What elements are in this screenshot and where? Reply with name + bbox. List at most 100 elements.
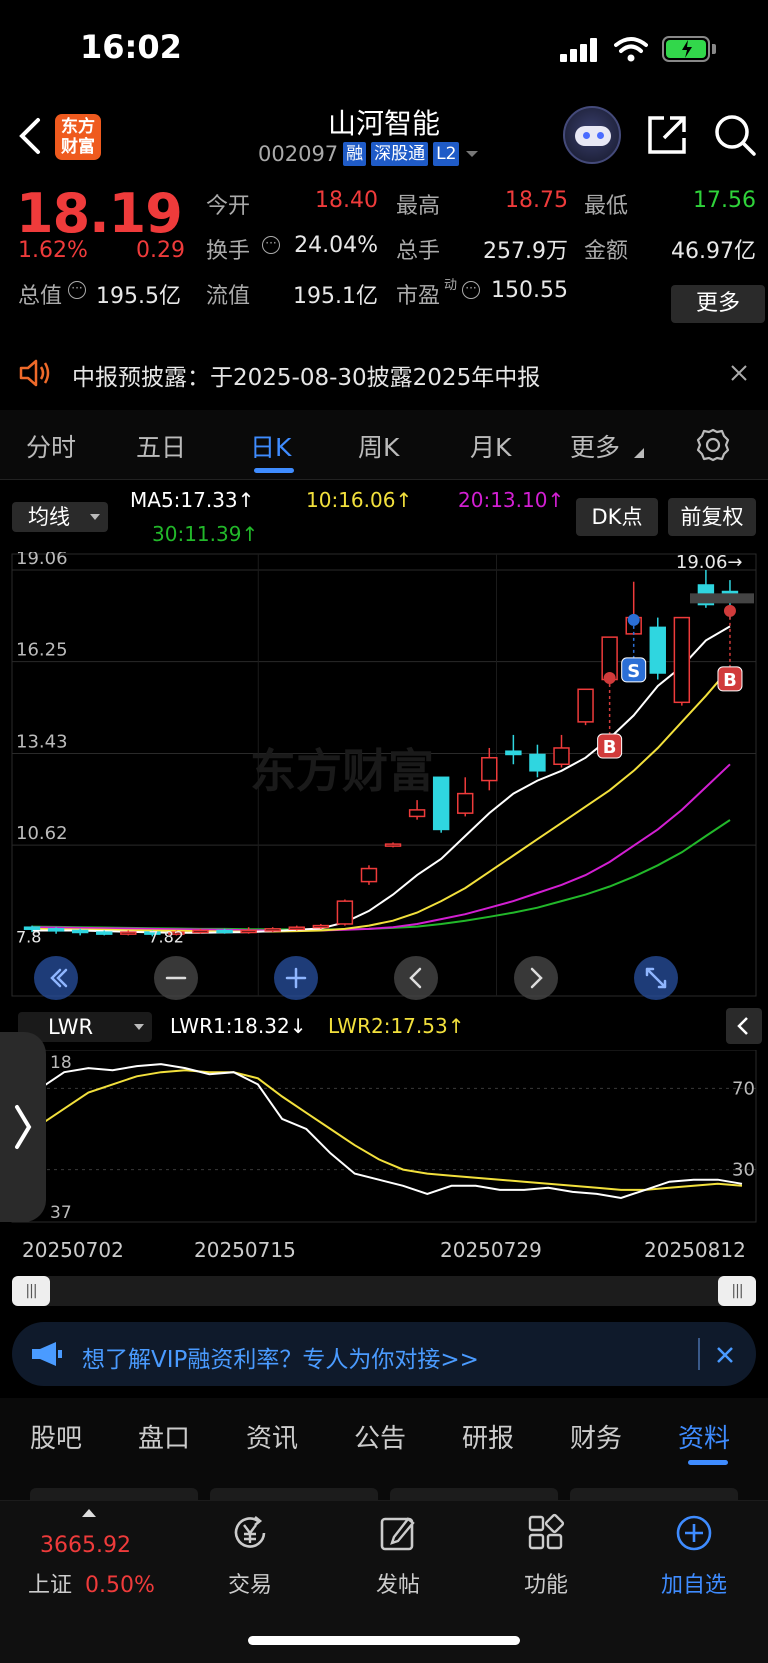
info-circle-icon[interactable]: ··· bbox=[462, 281, 480, 299]
candle-body bbox=[288, 926, 305, 930]
tab-announcements[interactable]: 公告 bbox=[354, 1418, 406, 1455]
more-button[interactable]: 更多 bbox=[671, 285, 765, 323]
ma10-value: 10:16.06↑ bbox=[306, 488, 413, 512]
candle-body bbox=[47, 928, 65, 932]
rewind-icon[interactable] bbox=[34, 956, 78, 1000]
robot-assistant-icon[interactable] bbox=[563, 106, 621, 164]
stock-code-line[interactable]: 002097 融 深股通 L2 bbox=[258, 142, 480, 166]
turnover-label: 换手 bbox=[206, 239, 251, 264]
period-tabs: 分时 五日 日K 周K 月K 更多 bbox=[0, 410, 768, 480]
dock-post[interactable]: 发帖 bbox=[338, 1513, 458, 1599]
y-tick-label: 16.25 bbox=[16, 640, 68, 661]
high-label: 最高 bbox=[396, 194, 441, 219]
candle-body bbox=[673, 616, 691, 704]
change-pct: 1.62% bbox=[18, 238, 88, 263]
tab-research[interactable]: 研报 bbox=[462, 1418, 514, 1455]
battery-icon bbox=[662, 36, 710, 62]
candle-body bbox=[529, 753, 546, 772]
lwr-chart[interactable]: 18 37 70 30 bbox=[0, 1050, 768, 1230]
stock-code: 002097 bbox=[258, 142, 339, 166]
low-label: 最低 bbox=[584, 194, 629, 219]
dock-add-watchlist[interactable]: 加自选 bbox=[634, 1513, 754, 1599]
range-handle-right[interactable]: ||| bbox=[718, 1276, 756, 1306]
collapse-panel-button[interactable] bbox=[726, 1008, 762, 1044]
high-value: 18.75 bbox=[505, 188, 568, 213]
tab-finance[interactable]: 财务 bbox=[570, 1418, 622, 1455]
info-circle-icon[interactable]: ··· bbox=[68, 281, 86, 299]
current-price-line bbox=[690, 593, 754, 604]
left-low-label: 7.8 bbox=[16, 927, 41, 946]
candle-body bbox=[360, 867, 378, 883]
candle-body bbox=[240, 929, 257, 934]
lwr-legend-row: LWR LWR1:18.32↓ LWR2:17.53↑ bbox=[0, 1004, 768, 1050]
pe-superscript: 动 bbox=[444, 278, 458, 293]
candle-body bbox=[192, 929, 209, 934]
change-amount: 0.29 bbox=[136, 238, 185, 263]
scroll-left-icon[interactable] bbox=[394, 956, 438, 1000]
active-tab-underline bbox=[254, 468, 294, 473]
last-price: 18.19 bbox=[16, 182, 183, 245]
tab-daily-k[interactable]: 日K bbox=[250, 428, 291, 464]
float-label: 流值 bbox=[206, 284, 251, 309]
pe-label: 市盈 bbox=[396, 284, 441, 309]
zoom-in-icon[interactable] bbox=[274, 956, 318, 1000]
tag-l2: L2 bbox=[433, 142, 460, 166]
info-circle-icon[interactable]: ··· bbox=[262, 236, 280, 254]
high-marker: 19.06→ bbox=[676, 552, 743, 573]
lwr2-value: LWR2:17.53↑ bbox=[328, 1014, 465, 1038]
watermark: 东方财富 bbox=[250, 744, 434, 798]
date-label: 20250702 bbox=[22, 1238, 124, 1262]
tag-connect: 深股通 bbox=[371, 142, 429, 166]
index-name: 上证 bbox=[28, 1573, 73, 1598]
adjust-button[interactable]: 前复权 bbox=[668, 498, 756, 536]
notice-text: 中报预披露：于2025-08-30披露2025年中报 bbox=[72, 365, 541, 391]
tab-weekly-k[interactable]: 周K bbox=[358, 428, 399, 464]
notice-bar[interactable]: 中报预披露：于2025-08-30披露2025年中报 bbox=[0, 340, 768, 404]
tab-more[interactable]: 更多 bbox=[570, 428, 620, 464]
trade-yen-icon bbox=[234, 1515, 266, 1548]
tab-profile[interactable]: 资料 bbox=[678, 1418, 730, 1455]
tab-monthly-k[interactable]: 月K bbox=[470, 428, 511, 464]
candle-body bbox=[216, 929, 233, 934]
gear-icon[interactable] bbox=[696, 428, 730, 462]
search-icon[interactable] bbox=[712, 112, 758, 158]
zoom-out-icon[interactable] bbox=[154, 956, 198, 1000]
dock-trade[interactable]: 交易 bbox=[190, 1513, 310, 1599]
share-icon[interactable] bbox=[646, 114, 688, 156]
vip-banner[interactable]: 想了解VIP融资利率？专人为你对接>> bbox=[12, 1322, 756, 1386]
candle-body bbox=[71, 929, 89, 934]
dk-point-button[interactable]: DK点 bbox=[576, 498, 658, 536]
scroll-right-icon[interactable] bbox=[514, 956, 558, 1000]
kline-chart[interactable]: 东方财富 19.06 16.25 13.43 10.62 19.06→ 7.82 7.8 B… bbox=[0, 552, 768, 1002]
dock-functions[interactable]: 功能 bbox=[486, 1513, 606, 1599]
range-handle-left[interactable]: ||| bbox=[12, 1276, 50, 1306]
range-scrollbar[interactable]: ||| ||| bbox=[12, 1276, 756, 1306]
corner-triangle-icon bbox=[634, 448, 644, 458]
candle-body bbox=[577, 688, 594, 723]
low-value: 17.56 bbox=[693, 188, 756, 213]
ma30-value: 30:11.39↑ bbox=[152, 522, 259, 546]
wifi-icon bbox=[614, 37, 648, 62]
chevron-left-icon bbox=[737, 1017, 748, 1035]
tab-five-day[interactable]: 五日 bbox=[136, 428, 186, 464]
ma5-value: MA5:17.33↑ bbox=[130, 488, 255, 512]
tab-intraday[interactable]: 分时 bbox=[26, 428, 76, 464]
candle-body bbox=[553, 747, 570, 766]
caret-up-icon bbox=[82, 1509, 96, 1517]
turnover-value: 24.04% bbox=[294, 233, 378, 258]
indicator-selector-ma[interactable]: 均线 bbox=[12, 502, 108, 532]
pe-value: 150.55 bbox=[491, 278, 568, 303]
lwr-right-30: 30 bbox=[732, 1160, 755, 1181]
close-icon[interactable] bbox=[730, 364, 748, 382]
side-drawer-handle[interactable] bbox=[0, 1032, 46, 1222]
tab-forum[interactable]: 股吧 bbox=[30, 1418, 82, 1455]
candle-body bbox=[649, 626, 666, 674]
candle-body bbox=[408, 809, 426, 818]
tab-news[interactable]: 资讯 bbox=[246, 1418, 298, 1455]
close-icon[interactable] bbox=[716, 1346, 734, 1364]
tab-orderbook[interactable]: 盘口 bbox=[138, 1418, 190, 1455]
date-label: 20250715 bbox=[194, 1238, 296, 1262]
lwr-left-top: 18 bbox=[50, 1053, 72, 1073]
volume-label: 总手 bbox=[396, 239, 441, 264]
fullscreen-icon[interactable] bbox=[634, 956, 678, 1000]
